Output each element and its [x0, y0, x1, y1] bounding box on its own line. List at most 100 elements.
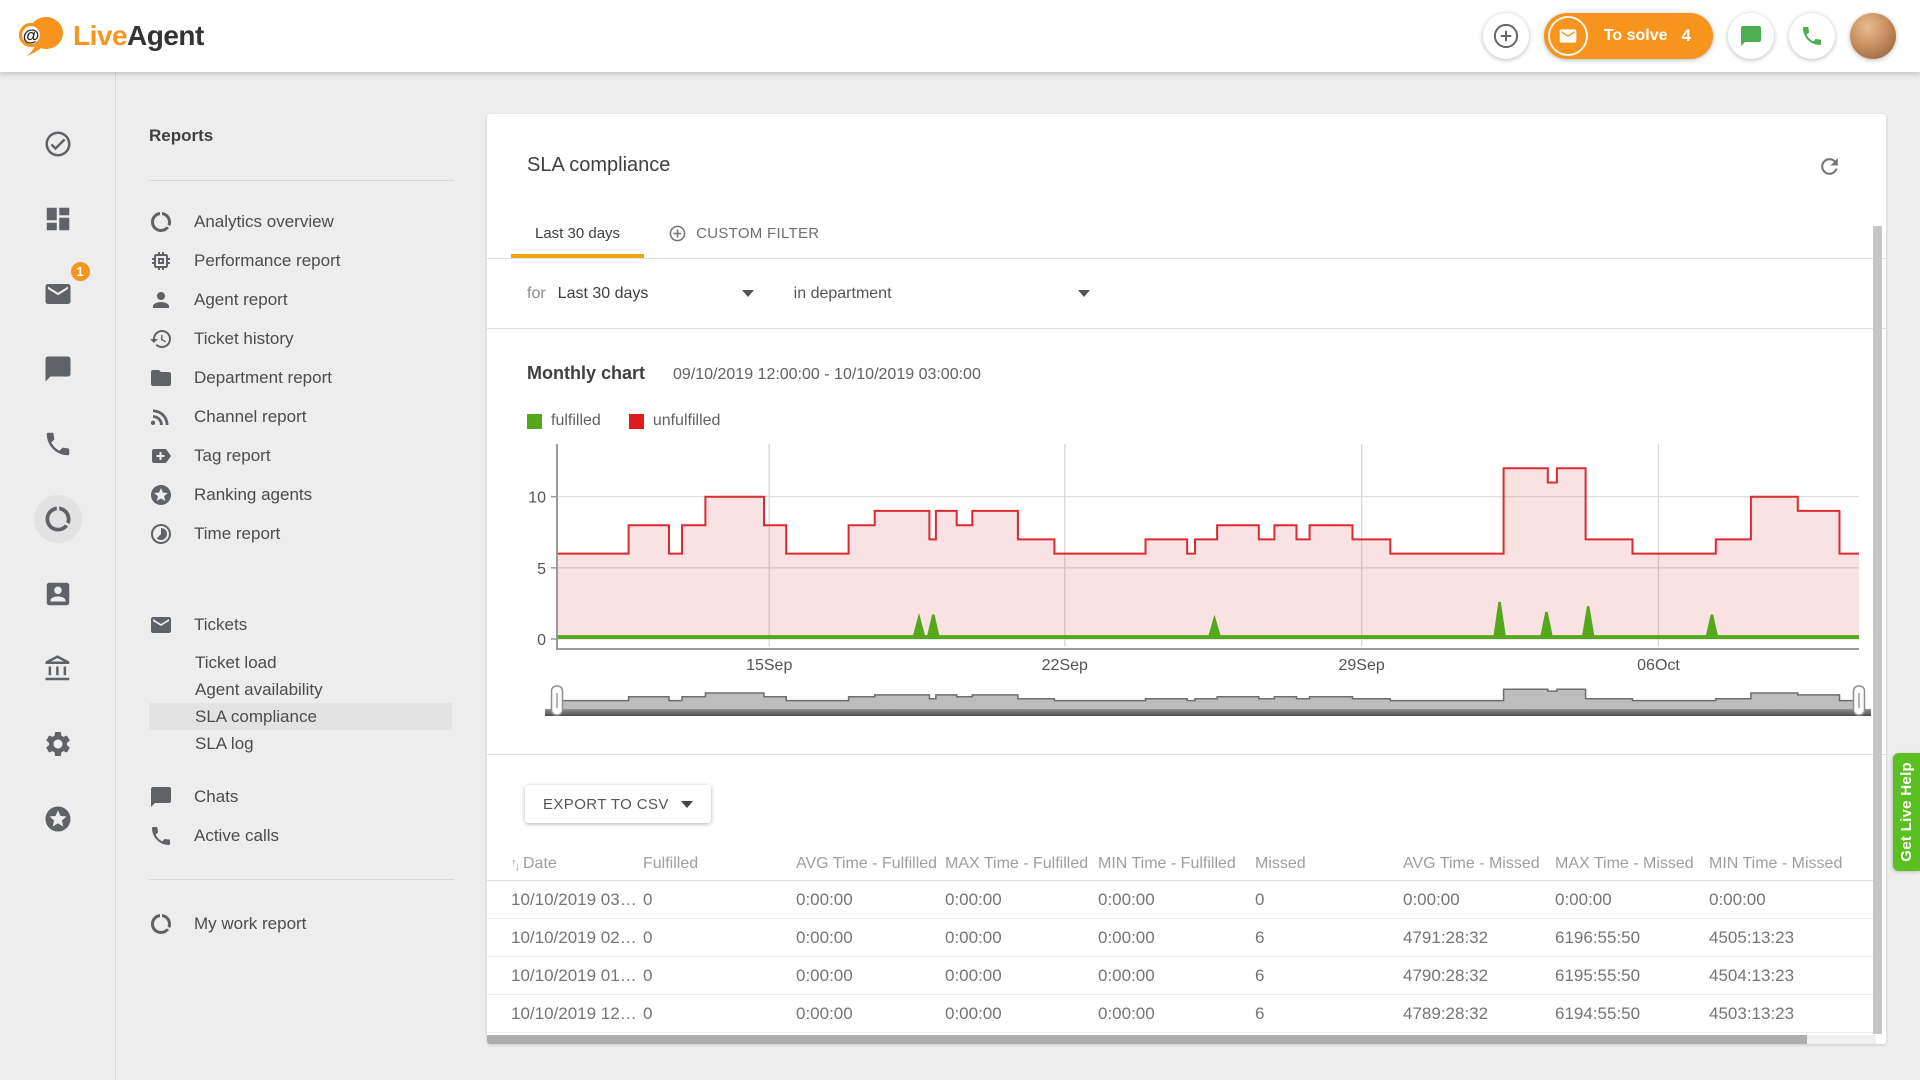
nav-item-performance-report[interactable]: Performance report — [149, 241, 487, 280]
nav-item-label: Ranking agents — [194, 485, 312, 505]
column-header-min-time-missed[interactable]: MIN Time - Missed — [1709, 855, 1876, 873]
nav-item-ranking-agents[interactable]: Ranking agents — [149, 475, 487, 514]
chevron-down-icon — [1078, 290, 1090, 297]
table-cell: 0 — [643, 890, 796, 910]
slider-handle-left[interactable] — [552, 686, 563, 715]
column-header-min-time-fulfilled[interactable]: MIN Time - Fulfilled — [1098, 855, 1255, 873]
nav-item-department-report[interactable]: Department report — [149, 358, 487, 397]
table-cell: 0:00:00 — [796, 966, 945, 986]
add-button[interactable] — [1483, 13, 1529, 59]
period-select[interactable]: Last 30 days — [558, 285, 754, 303]
phone-icon — [43, 429, 73, 459]
nav-subitem-agent-availability[interactable]: Agent availability — [149, 676, 452, 703]
chats-quick-button[interactable] — [1728, 13, 1774, 59]
filter-row: for Last 30 days in department — [487, 259, 1886, 329]
section-divider — [487, 754, 1886, 755]
phone-icon — [1800, 24, 1824, 48]
tab-last-30-days[interactable]: Last 30 days — [511, 207, 644, 258]
to-solve-count: 4 — [1682, 26, 1691, 46]
column-header-max-time-fulfilled[interactable]: MAX Time - Fulfilled — [945, 855, 1098, 873]
rail-item-star-circle[interactable] — [34, 795, 82, 843]
nav-item-agent-report[interactable]: Agent report — [149, 280, 487, 319]
nav-item-analytics-overview[interactable]: Analytics overview — [149, 202, 487, 241]
horizontal-scrollbar[interactable] — [487, 1035, 1876, 1044]
nav-item-ticket-history[interactable]: Ticket history — [149, 319, 487, 358]
rss-icon — [149, 405, 173, 429]
nav-subitem-sla-compliance[interactable]: SLA compliance — [149, 703, 452, 730]
rail-item-bank[interactable] — [34, 645, 82, 693]
nav-item-time-report[interactable]: Time report — [149, 514, 487, 553]
column-header-missed[interactable]: Missed — [1255, 855, 1403, 873]
to-solve-button[interactable]: To solve 4 — [1544, 13, 1713, 59]
table-cell: 6196:55:50 — [1555, 928, 1709, 948]
table-row: 10/10/2019 01…00:00:000:00:000:00:006479… — [487, 957, 1876, 995]
timelapse-icon — [149, 522, 173, 546]
liveagent-logo-icon: @ — [18, 15, 64, 57]
range-slider-svg — [511, 682, 1871, 722]
rail-item-contact-card[interactable] — [34, 570, 82, 618]
nav-item-channel-report[interactable]: Channel report — [149, 397, 487, 436]
sidebar-divider — [149, 879, 454, 880]
email-icon — [149, 613, 173, 637]
rail-item-data-usage[interactable] — [34, 495, 82, 543]
rail-item-chat[interactable] — [34, 345, 82, 393]
rail-item-dashboard[interactable] — [34, 195, 82, 243]
nav-item-label: Active calls — [194, 826, 279, 846]
svg-text:29Sep: 29Sep — [1339, 657, 1385, 674]
contact-card-icon — [43, 579, 73, 609]
rail-item-check-circle[interactable] — [34, 120, 82, 168]
refresh-button[interactable] — [1817, 154, 1842, 179]
horizontal-scrollbar-thumb[interactable] — [487, 1035, 1807, 1044]
plus-circle-icon — [668, 224, 687, 243]
rail-item-email[interactable]: 1 — [34, 270, 82, 318]
data-usage-icon — [43, 504, 73, 534]
department-value: in department — [794, 285, 892, 303]
column-header-avg-time-missed[interactable]: AVG Time - Missed — [1403, 855, 1555, 873]
chat-icon — [1739, 24, 1763, 48]
user-avatar[interactable] — [1850, 13, 1896, 59]
column-header-avg-time-fulfilled[interactable]: AVG Time - Fulfilled — [796, 855, 945, 873]
get-live-help-tab[interactable]: Get Live Help — [1893, 753, 1920, 871]
nav-subitem-sla-log[interactable]: SLA log — [149, 730, 452, 757]
period-value: Last 30 days — [558, 285, 649, 303]
rail-item-phone[interactable] — [34, 420, 82, 468]
table-cell: 4503:13:23 — [1709, 1004, 1876, 1024]
liveagent-logo[interactable]: @ LiveAgent — [18, 15, 204, 57]
chart-range-slider[interactable] — [511, 682, 1886, 722]
vertical-scrollbar[interactable] — [1873, 226, 1882, 1034]
nav-item-label: Tag report — [194, 446, 271, 466]
nav-item-label: Ticket history — [194, 329, 294, 349]
nav-subitem-ticket-load[interactable]: Ticket load — [149, 649, 452, 676]
slider-handle-right[interactable] — [1854, 686, 1865, 715]
sidebar-section-0: Analytics overviewPerformance reportAgen… — [149, 202, 487, 553]
table-cell: 0 — [1255, 890, 1403, 910]
nav-item-tickets[interactable]: Tickets — [149, 605, 487, 644]
nav-item-active-calls[interactable]: Active calls — [149, 816, 487, 855]
svg-text:5: 5 — [537, 561, 546, 578]
chart-title: Monthly chart — [527, 363, 645, 384]
nav-item-my-work-report[interactable]: My work report — [149, 904, 487, 943]
table-cell: 0:00:00 — [1555, 890, 1709, 910]
column-header-max-time-missed[interactable]: MAX Time - Missed — [1555, 855, 1709, 873]
table-row: 10/10/2019 12…00:00:000:00:000:00:006478… — [487, 995, 1876, 1033]
email-icon — [43, 279, 73, 309]
department-select[interactable]: in department — [794, 285, 1090, 303]
nav-item-chats[interactable]: Chats — [149, 777, 487, 816]
table-cell: 0:00:00 — [796, 928, 945, 948]
table-cell: 0:00:00 — [796, 1004, 945, 1024]
chart-legend: fulfilledunfulfilled — [527, 412, 1886, 430]
nav-item-label: Time report — [194, 524, 280, 544]
legend-swatch — [629, 414, 644, 429]
export-to-csv-button[interactable]: EXPORT TO CSV — [525, 785, 711, 823]
tab-custom-filter[interactable]: CUSTOM FILTER — [644, 207, 843, 258]
table-cell: 0:00:00 — [1098, 966, 1255, 986]
calls-quick-button[interactable] — [1789, 13, 1835, 59]
nav-item-tag-report[interactable]: Tag report — [149, 436, 487, 475]
chart-container: 051015Sep22Sep29Sep06Oct — [511, 444, 1886, 676]
column-header-fulfilled[interactable]: Fulfilled — [643, 855, 796, 873]
table-cell: 0:00:00 — [945, 1004, 1098, 1024]
column-header-date[interactable]: ↑↓Date — [511, 855, 643, 873]
table-row: 10/10/2019 03…00:00:000:00:000:00:0000:0… — [487, 881, 1876, 919]
table-cell: 0 — [643, 966, 796, 986]
rail-item-gear[interactable] — [34, 720, 82, 768]
